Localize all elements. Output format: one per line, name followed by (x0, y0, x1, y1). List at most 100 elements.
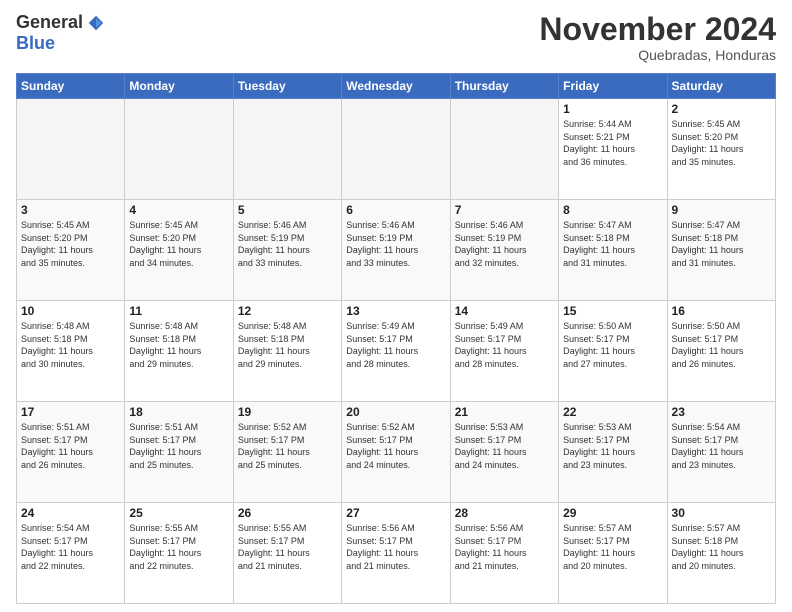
calendar-cell: 12 Sunrise: 5:48 AM Sunset: 5:18 PM Dayli… (233, 301, 341, 402)
day-info: Sunrise: 5:45 AM Sunset: 5:20 PM Dayligh… (21, 219, 120, 269)
calendar-cell: 6 Sunrise: 5:46 AM Sunset: 5:19 PM Daylig… (342, 200, 450, 301)
header: General Blue November 2024 Quebradas, Ho… (16, 12, 776, 63)
calendar-cell: 26 Sunrise: 5:55 AM Sunset: 5:17 PM Dayli… (233, 503, 341, 604)
day-info: Sunrise: 5:44 AM Sunset: 5:21 PM Dayligh… (563, 118, 662, 168)
weekday-header-tuesday: Tuesday (233, 74, 341, 99)
day-info: Sunrise: 5:50 AM Sunset: 5:17 PM Dayligh… (563, 320, 662, 370)
calendar-cell: 29 Sunrise: 5:57 AM Sunset: 5:17 PM Dayli… (559, 503, 667, 604)
day-info: Sunrise: 5:45 AM Sunset: 5:20 PM Dayligh… (129, 219, 228, 269)
day-info: Sunrise: 5:53 AM Sunset: 5:17 PM Dayligh… (563, 421, 662, 471)
day-info: Sunrise: 5:56 AM Sunset: 5:17 PM Dayligh… (455, 522, 554, 572)
day-info: Sunrise: 5:55 AM Sunset: 5:17 PM Dayligh… (238, 522, 337, 572)
day-number: 19 (238, 405, 337, 419)
day-info: Sunrise: 5:47 AM Sunset: 5:18 PM Dayligh… (672, 219, 771, 269)
calendar-cell: 1 Sunrise: 5:44 AM Sunset: 5:21 PM Daylig… (559, 99, 667, 200)
day-info: Sunrise: 5:52 AM Sunset: 5:17 PM Dayligh… (238, 421, 337, 471)
day-number: 21 (455, 405, 554, 419)
calendar-table: SundayMondayTuesdayWednesdayThursdayFrid… (16, 73, 776, 604)
logo: General Blue (16, 12, 105, 54)
calendar-cell: 21 Sunrise: 5:53 AM Sunset: 5:17 PM Dayli… (450, 402, 558, 503)
calendar-cell: 14 Sunrise: 5:49 AM Sunset: 5:17 PM Dayli… (450, 301, 558, 402)
day-info: Sunrise: 5:46 AM Sunset: 5:19 PM Dayligh… (238, 219, 337, 269)
calendar-cell: 27 Sunrise: 5:56 AM Sunset: 5:17 PM Dayli… (342, 503, 450, 604)
day-info: Sunrise: 5:56 AM Sunset: 5:17 PM Dayligh… (346, 522, 445, 572)
calendar-cell (450, 99, 558, 200)
day-number: 30 (672, 506, 771, 520)
calendar-cell: 30 Sunrise: 5:57 AM Sunset: 5:18 PM Dayli… (667, 503, 775, 604)
calendar-cell: 23 Sunrise: 5:54 AM Sunset: 5:17 PM Dayli… (667, 402, 775, 503)
day-info: Sunrise: 5:51 AM Sunset: 5:17 PM Dayligh… (129, 421, 228, 471)
location: Quebradas, Honduras (539, 47, 776, 63)
calendar-cell (17, 99, 125, 200)
calendar-week-2: 3Sunrise: 5:45 AM Sunset: 5:20 PM Daylig… (17, 200, 776, 301)
calendar-cell: 2Sunrise: 5:45 AM Sunset: 5:20 PM Daylig… (667, 99, 775, 200)
day-number: 8 (563, 203, 662, 217)
weekday-header-monday: Monday (125, 74, 233, 99)
calendar-cell: 16Sunrise: 5:50 AM Sunset: 5:17 PM Dayli… (667, 301, 775, 402)
page: General Blue November 2024 Quebradas, Ho… (0, 0, 792, 612)
day-info: Sunrise: 5:45 AM Sunset: 5:20 PM Dayligh… (672, 118, 771, 168)
day-number: 5 (238, 203, 337, 217)
calendar-week-1: 1 Sunrise: 5:44 AM Sunset: 5:21 PM Daylig… (17, 99, 776, 200)
calendar-cell: 22Sunrise: 5:53 AM Sunset: 5:17 PM Dayli… (559, 402, 667, 503)
day-info: Sunrise: 5:57 AM Sunset: 5:17 PM Dayligh… (563, 522, 662, 572)
weekday-header-wednesday: Wednesday (342, 74, 450, 99)
day-number: 25 (129, 506, 228, 520)
day-info: Sunrise: 5:46 AM Sunset: 5:19 PM Dayligh… (346, 219, 445, 269)
calendar-cell: 25Sunrise: 5:55 AM Sunset: 5:17 PM Dayli… (125, 503, 233, 604)
calendar-header-row: SundayMondayTuesdayWednesdayThursdayFrid… (17, 74, 776, 99)
logo-general-text: General (16, 12, 83, 33)
day-number: 10 (21, 304, 120, 318)
day-info: Sunrise: 5:52 AM Sunset: 5:17 PM Dayligh… (346, 421, 445, 471)
weekday-header-sunday: Sunday (17, 74, 125, 99)
day-number: 13 (346, 304, 445, 318)
day-info: Sunrise: 5:49 AM Sunset: 5:17 PM Dayligh… (455, 320, 554, 370)
weekday-header-saturday: Saturday (667, 74, 775, 99)
calendar-cell (233, 99, 341, 200)
day-number: 1 (563, 102, 662, 116)
calendar-cell (342, 99, 450, 200)
calendar-cell: 5 Sunrise: 5:46 AM Sunset: 5:19 PM Daylig… (233, 200, 341, 301)
calendar-cell: 8 Sunrise: 5:47 AM Sunset: 5:18 PM Daylig… (559, 200, 667, 301)
header-right: November 2024 Quebradas, Honduras (539, 12, 776, 63)
day-info: Sunrise: 5:53 AM Sunset: 5:17 PM Dayligh… (455, 421, 554, 471)
day-info: Sunrise: 5:54 AM Sunset: 5:17 PM Dayligh… (21, 522, 120, 572)
month-title: November 2024 (539, 12, 776, 47)
calendar-cell: 24 Sunrise: 5:54 AM Sunset: 5:17 PM Dayli… (17, 503, 125, 604)
calendar-week-5: 24 Sunrise: 5:54 AM Sunset: 5:17 PM Dayli… (17, 503, 776, 604)
day-number: 27 (346, 506, 445, 520)
calendar-cell: 9 Sunrise: 5:47 AM Sunset: 5:18 PM Daylig… (667, 200, 775, 301)
calendar-cell: 28 Sunrise: 5:56 AM Sunset: 5:17 PM Dayli… (450, 503, 558, 604)
day-number: 28 (455, 506, 554, 520)
day-info: Sunrise: 5:50 AM Sunset: 5:17 PM Dayligh… (672, 320, 771, 370)
day-number: 15 (563, 304, 662, 318)
weekday-header-thursday: Thursday (450, 74, 558, 99)
day-info: Sunrise: 5:54 AM Sunset: 5:17 PM Dayligh… (672, 421, 771, 471)
day-info: Sunrise: 5:57 AM Sunset: 5:18 PM Dayligh… (672, 522, 771, 572)
calendar-cell: 3Sunrise: 5:45 AM Sunset: 5:20 PM Daylig… (17, 200, 125, 301)
calendar-cell: 18Sunrise: 5:51 AM Sunset: 5:17 PM Dayli… (125, 402, 233, 503)
calendar-cell: 17Sunrise: 5:51 AM Sunset: 5:17 PM Dayli… (17, 402, 125, 503)
day-info: Sunrise: 5:46 AM Sunset: 5:19 PM Dayligh… (455, 219, 554, 269)
day-number: 23 (672, 405, 771, 419)
day-info: Sunrise: 5:48 AM Sunset: 5:18 PM Dayligh… (238, 320, 337, 370)
calendar-week-3: 10 Sunrise: 5:48 AM Sunset: 5:18 PM Dayli… (17, 301, 776, 402)
logo-icon (87, 14, 105, 32)
day-number: 12 (238, 304, 337, 318)
day-number: 9 (672, 203, 771, 217)
day-number: 14 (455, 304, 554, 318)
calendar-cell: 10 Sunrise: 5:48 AM Sunset: 5:18 PM Dayli… (17, 301, 125, 402)
calendar-cell: 7Sunrise: 5:46 AM Sunset: 5:19 PM Daylig… (450, 200, 558, 301)
weekday-header-friday: Friday (559, 74, 667, 99)
day-number: 26 (238, 506, 337, 520)
day-info: Sunrise: 5:47 AM Sunset: 5:18 PM Dayligh… (563, 219, 662, 269)
day-number: 24 (21, 506, 120, 520)
day-number: 11 (129, 304, 228, 318)
calendar-cell (125, 99, 233, 200)
day-info: Sunrise: 5:48 AM Sunset: 5:18 PM Dayligh… (129, 320, 228, 370)
calendar-cell: 20Sunrise: 5:52 AM Sunset: 5:17 PM Dayli… (342, 402, 450, 503)
day-number: 6 (346, 203, 445, 217)
calendar-cell: 19 Sunrise: 5:52 AM Sunset: 5:17 PM Dayli… (233, 402, 341, 503)
day-info: Sunrise: 5:48 AM Sunset: 5:18 PM Dayligh… (21, 320, 120, 370)
day-number: 29 (563, 506, 662, 520)
